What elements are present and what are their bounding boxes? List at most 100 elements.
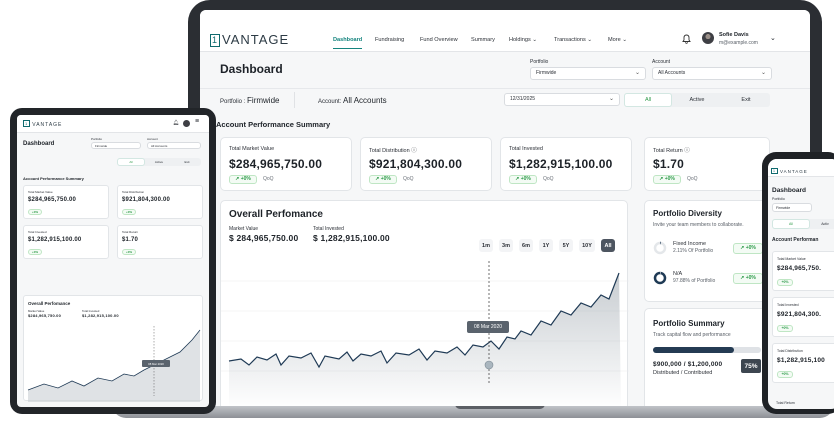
- nav-more[interactable]: More ⌄: [608, 37, 627, 43]
- kpi-card-distribution: Total Distribution ⓘ $921,804,300.00 ↗ +…: [360, 137, 492, 191]
- trend-up-icon: ↗: [515, 176, 520, 182]
- phone-screen: 1 VANTAGE Dashboard Portfolio Firmwide Al…: [768, 159, 834, 409]
- donut-icon: [653, 271, 667, 285]
- chevron-down-icon: ⌄: [760, 70, 766, 76]
- tablet-navbar: 1 VANTAGE 🔔︎ ≡: [17, 115, 209, 133]
- period-label: QoQ: [403, 176, 414, 182]
- phone-navbar: 1 VANTAGE: [768, 159, 834, 177]
- nav-fundraising[interactable]: Fundraising: [375, 37, 404, 43]
- nav-dashboard[interactable]: Dashboard: [333, 37, 363, 49]
- performance-card: Overall Perfomance Market Value $284,965…: [23, 295, 204, 402]
- portfolio-select[interactable]: Firmwide: [772, 203, 812, 212]
- kpi-label: Total Return: [776, 401, 795, 405]
- account-select[interactable]: All Accounts ⌄: [652, 67, 772, 80]
- chevron-down-icon[interactable]: ⌄: [770, 34, 776, 42]
- segment-exit[interactable]: Exit: [173, 158, 201, 166]
- section-title: Account Performan: [772, 237, 819, 243]
- range-10y[interactable]: 10Y: [579, 239, 595, 252]
- account-filter-label: Account: [652, 59, 671, 65]
- delta-badge: ↗ +0%: [733, 273, 763, 284]
- avatar[interactable]: [183, 120, 190, 127]
- range-3m[interactable]: 3m: [499, 239, 513, 252]
- kpi-label: Total Invested: [28, 230, 47, 234]
- delta-badge: ↗ +0%: [733, 243, 763, 254]
- kpi-value: $921,804,300.00: [369, 157, 463, 171]
- trend-up-icon: ↗: [375, 176, 380, 182]
- delta-badge: ↗ +0%: [509, 175, 537, 184]
- kpi-value: $1,282,915,100.00: [509, 157, 613, 171]
- segment-active[interactable]: Active: [672, 93, 722, 107]
- nav-fund-overview[interactable]: Fund Overview: [420, 37, 458, 43]
- info-icon[interactable]: ⓘ: [684, 148, 690, 154]
- brand-logo[interactable]: 1 VANTAGE: [771, 168, 808, 174]
- kpi-card: Total Market Value $284,965,750. +0%: [772, 251, 834, 291]
- crosshair-dot[interactable]: [484, 360, 494, 370]
- nav-summary[interactable]: Summary: [471, 37, 495, 43]
- segment-active[interactable]: Active: [145, 158, 173, 166]
- kpi-value: $284,965,750.00: [28, 197, 77, 203]
- period-label: QoQ: [687, 176, 698, 182]
- delta-badge: +0%: [777, 371, 793, 378]
- logo-mark-icon: 1: [771, 168, 778, 174]
- period-label: QoQ: [263, 176, 274, 182]
- top-navbar: 1 VANTAGE Dashboard Fundraising Fund Over…: [200, 10, 810, 52]
- chevron-down-icon: ⌄: [532, 37, 538, 43]
- range-all[interactable]: All: [601, 239, 615, 252]
- delta-badge: +0%: [28, 249, 42, 255]
- menu-icon[interactable]: ≡: [195, 118, 199, 125]
- range-1m[interactable]: 1m: [479, 239, 493, 252]
- trend-up-icon: ↗: [740, 245, 745, 251]
- info-icon[interactable]: ⓘ: [411, 148, 417, 154]
- user-email: m@example.com: [719, 40, 758, 46]
- date-select[interactable]: 12/31/2025 ⌄: [504, 93, 620, 106]
- divider: [294, 92, 295, 108]
- brand-logo[interactable]: 1 VANTAGE: [23, 120, 62, 128]
- progress-fill: [653, 347, 734, 353]
- performance-chart[interactable]: [24, 326, 204, 402]
- brand-logo[interactable]: 1 VANTAGE: [210, 32, 289, 47]
- portfolio-select[interactable]: Firmwide: [91, 142, 141, 149]
- range-6m[interactable]: 6m: [519, 239, 533, 252]
- kpi-label: Total Distribution ⓘ: [369, 148, 417, 154]
- segment-all[interactable]: All: [772, 219, 810, 229]
- kpi-card: Total Distribution $1,282,915,100 +0%: [772, 343, 834, 383]
- kpi-label: Total Distribution: [777, 349, 803, 353]
- avatar[interactable]: [702, 32, 714, 44]
- kpi-card-market-value: Total Market Value $284,965,750.00 ↗ +0%…: [220, 137, 352, 191]
- page-title: Dashboard: [220, 62, 283, 76]
- kpi-label: Total Return ⓘ: [653, 148, 690, 154]
- kpi-label: Total Market Value: [229, 146, 275, 152]
- portfolio-filter-label: Portfolio: [530, 59, 549, 65]
- kpi-card: Total Distribution $921,804,300.00 +0%: [117, 185, 203, 219]
- laptop-screen: 1 VANTAGE Dashboard Fundraising Fund Over…: [200, 10, 810, 406]
- range-selector: 1m 3m 6m 1Y 5Y 10Y All: [221, 201, 629, 252]
- logo-mark-icon: 1: [23, 120, 31, 127]
- bell-icon[interactable]: 🔔︎: [173, 120, 179, 126]
- kpi-value: $1.70: [653, 157, 685, 171]
- segment-active[interactable]: Activ: [810, 219, 834, 229]
- diversity-subtitle: Invite your team members to collaborate.: [653, 222, 744, 228]
- chevron-down-icon: ⌄: [634, 70, 640, 76]
- range-5y[interactable]: 5Y: [559, 239, 573, 252]
- delta-badge: +0%: [122, 249, 136, 255]
- range-1y[interactable]: 1Y: [539, 239, 553, 252]
- segment-all[interactable]: All: [624, 93, 672, 107]
- page-title: Dashboard: [772, 187, 806, 194]
- segment-exit[interactable]: Exit: [722, 93, 770, 107]
- account-select[interactable]: All Accounts: [147, 142, 201, 149]
- user-name: Sofie Davis: [719, 32, 749, 38]
- delta-badge: ↗ +0%: [369, 175, 397, 184]
- performance-card: Overall Perfomance Market Value $ 284,96…: [220, 200, 629, 406]
- performance-chart[interactable]: [221, 261, 629, 406]
- kpi-card: Total Market Value $284,965,750.00 +0%: [23, 185, 109, 219]
- holding-name: Fixed Income: [673, 241, 707, 247]
- nav-holdings[interactable]: Holdings ⌄: [509, 37, 537, 43]
- bell-icon[interactable]: [682, 34, 691, 44]
- capital-desc: Distributed / Contributed: [653, 370, 713, 376]
- nav-transactions[interactable]: Transactions ⌄: [554, 37, 592, 43]
- trend-up-icon: ↗: [659, 176, 664, 182]
- segment-all[interactable]: All: [117, 158, 145, 166]
- portfolio-summary-title: Portfolio Summary: [653, 319, 725, 328]
- portfolio-select[interactable]: Firmwide ⌄: [530, 67, 646, 80]
- account-filter-label: Account: [147, 137, 158, 141]
